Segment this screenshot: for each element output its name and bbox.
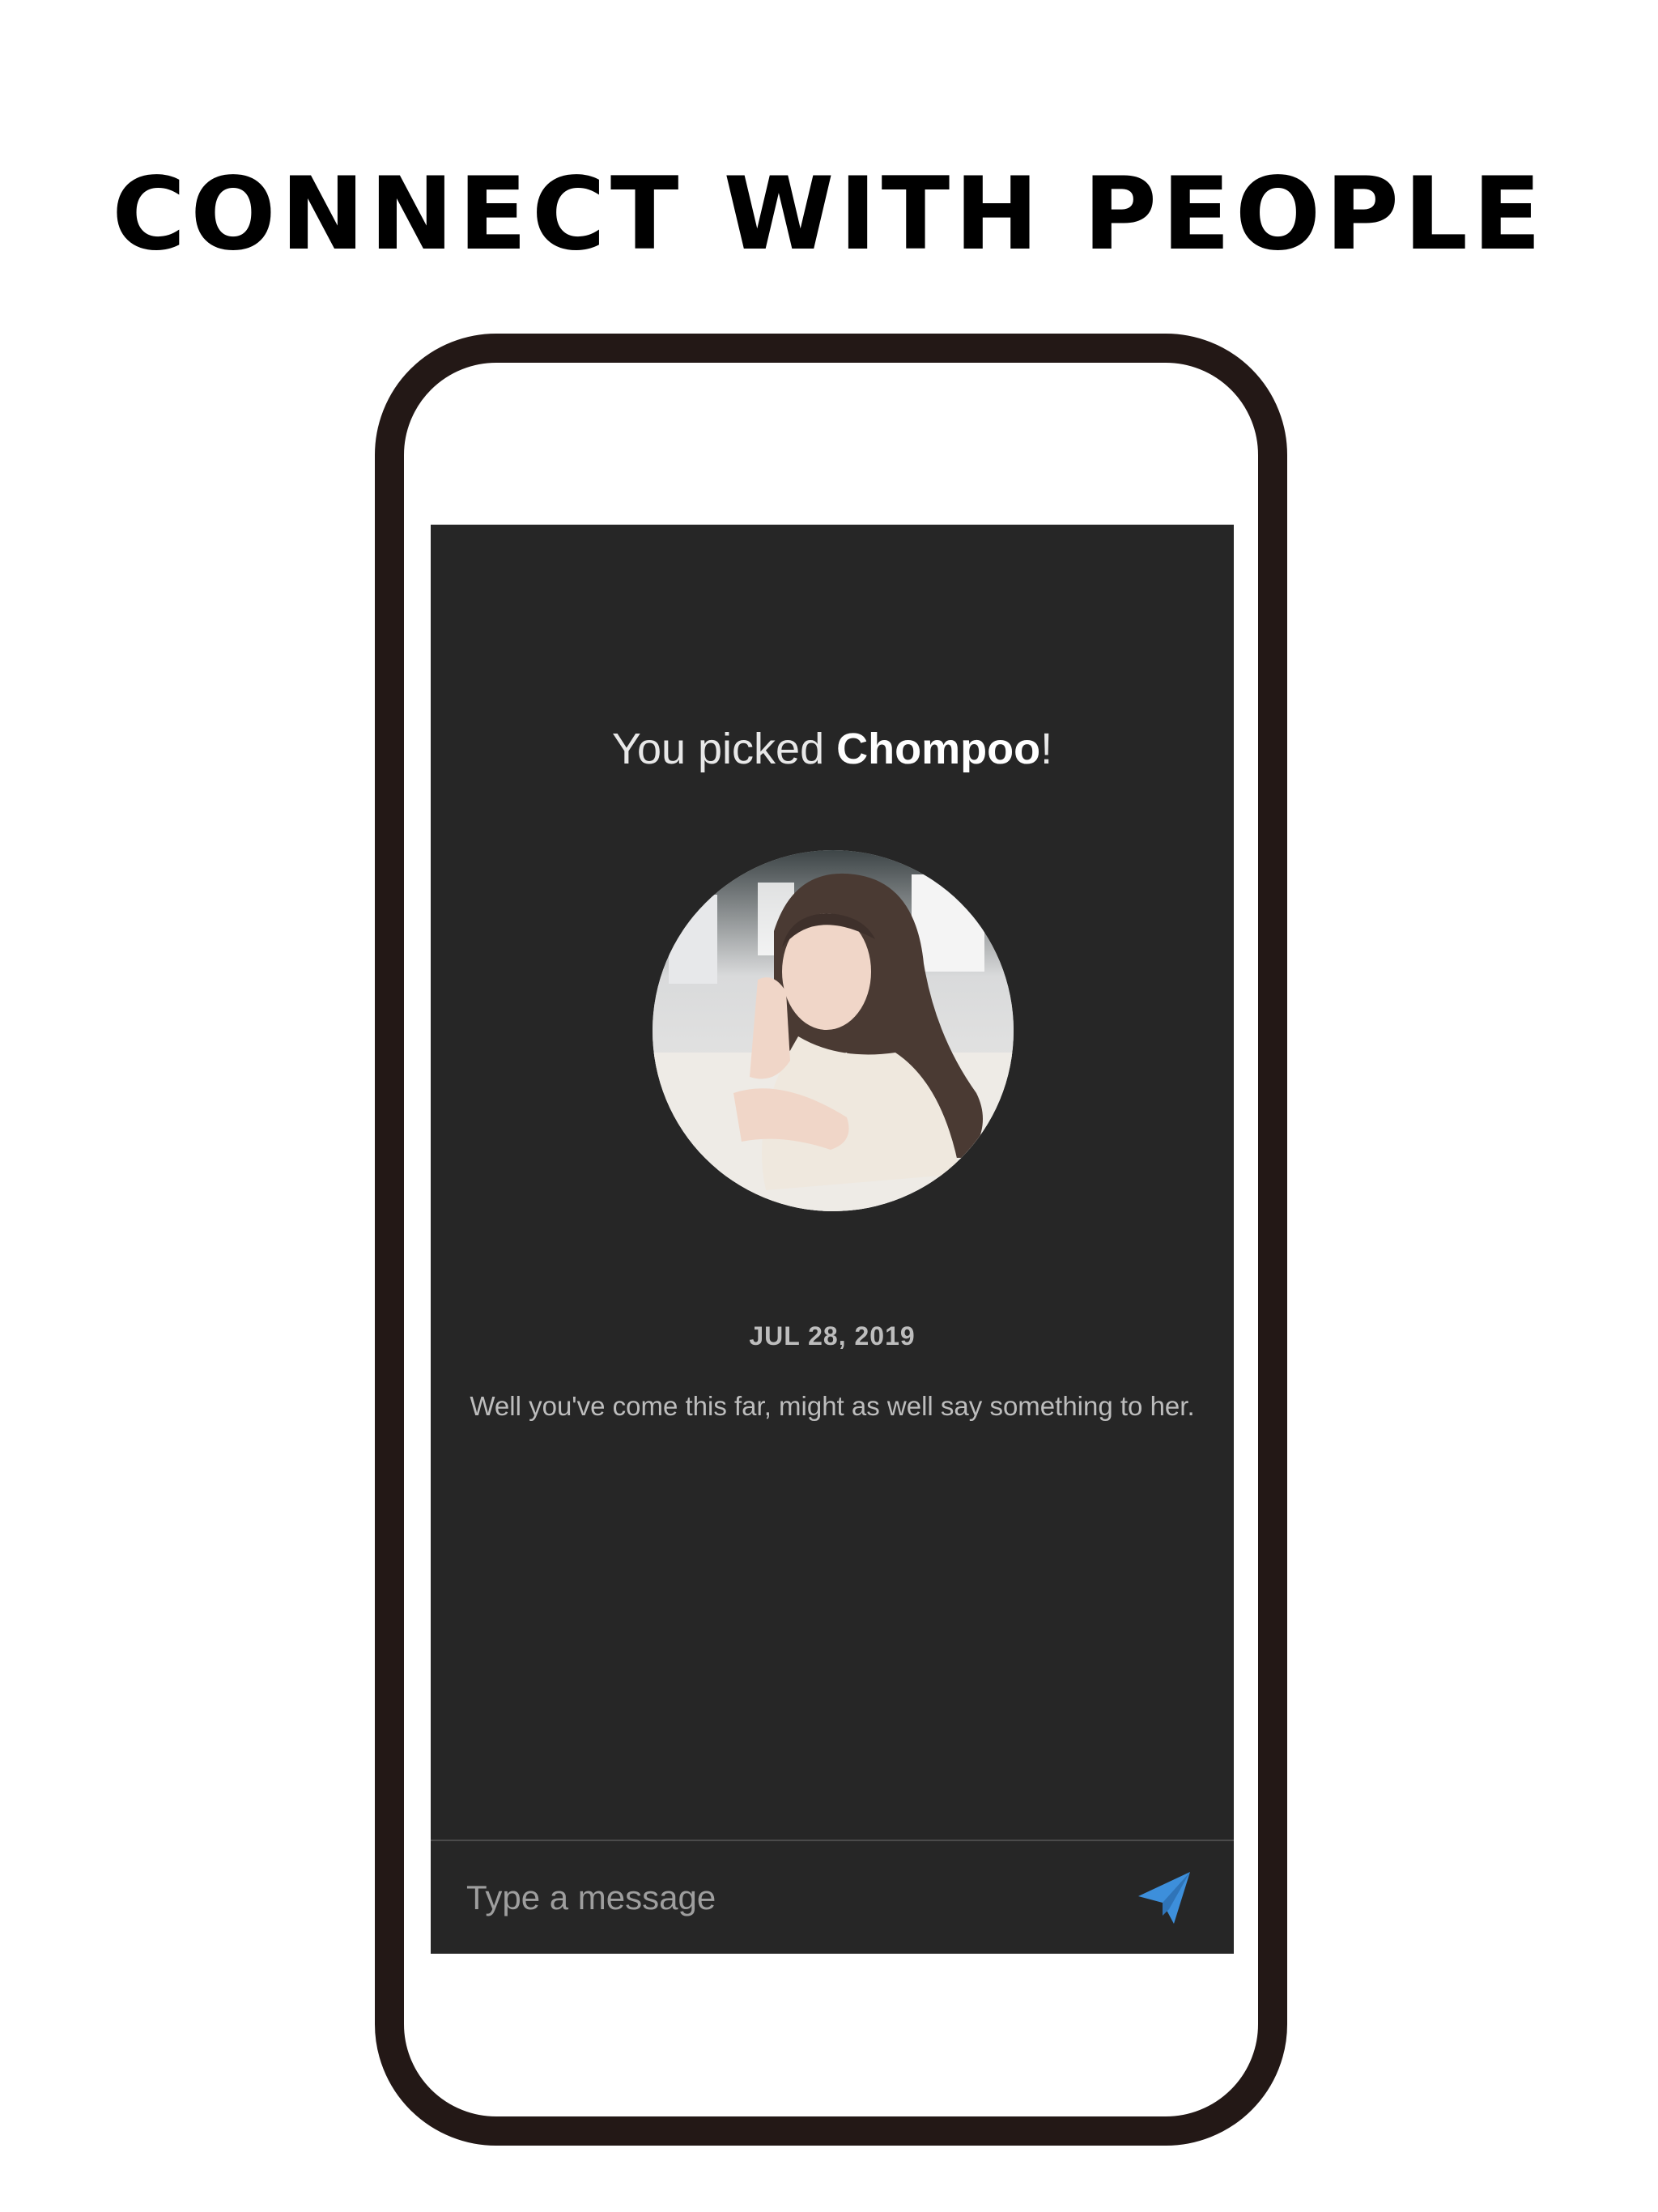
match-title-suffix: ! [1040, 725, 1053, 773]
promo-headline: CONNECT WITH PEOPLE [112, 156, 1546, 273]
conversation-date: JUL 28, 2019 [749, 1321, 916, 1351]
message-input[interactable] [466, 1867, 1098, 1929]
promo-page: CONNECT WITH PEOPLE You picked Chompoo! [0, 0, 1658, 2212]
match-title-prefix: You picked [611, 725, 837, 773]
profile-photo [653, 850, 1014, 1211]
chat-screen: You picked Chompoo! JUL 28, 2019 Well yo… [431, 525, 1234, 1954]
match-title: You picked Chompoo! [431, 721, 1234, 777]
match-name: Chompoo [836, 725, 1041, 773]
message-composer [431, 1840, 1234, 1954]
paper-plane-icon [1138, 1872, 1190, 1924]
conversation-prompt: Well you've come this far, might as well… [470, 1391, 1195, 1421]
match-avatar[interactable] [653, 850, 1014, 1211]
send-button[interactable] [1132, 1865, 1197, 1930]
